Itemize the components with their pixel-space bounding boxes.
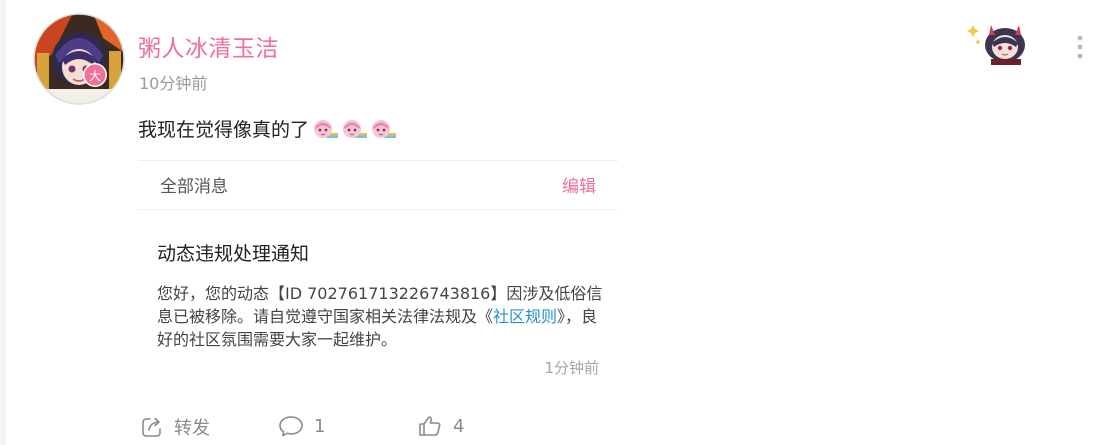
more-options-button[interactable] [1068,32,1092,64]
forward-icon [142,417,161,437]
embedded-screenshot[interactable]: 全部消息 编辑 动态违规处理通知 您好，您的动态【ID 702761713226… [138,160,618,390]
forward-button[interactable]: 转发 [140,414,210,440]
notice-title: 动态违规处理通知 [157,243,310,265]
divider [138,160,618,161]
pink-chibi-sticker-icon [312,116,339,142]
page-left-gutter [0,0,6,445]
chibi-character-icon [967,25,1025,65]
pink-chibi-sticker-icon [341,116,368,142]
notice-timestamp: 1分钟前 [544,359,599,377]
decoration-badge [967,15,1031,65]
thumbs-up-icon [419,416,441,436]
svg-text:大: 大 [89,69,101,83]
avatar-image: 大 [33,13,125,105]
community-rules-link[interactable]: 社区规则 [493,307,557,326]
edit-button[interactable]: 编辑 [562,172,596,197]
user-avatar[interactable]: 大 [33,13,125,105]
comment-button[interactable]: 1 [278,414,325,438]
comment-icon [279,416,303,437]
notice-body: 您好，您的动态【ID 702761713226743816】因涉及低俗信息已被移… [157,282,605,351]
like-button[interactable]: 4 [417,414,464,438]
pink-chibi-sticker-icon [370,116,397,142]
all-messages-label[interactable]: 全部消息 [160,172,228,197]
divider [138,209,618,210]
post-text: 我现在觉得像真的了 [138,119,310,141]
more-vertical-icon [1077,35,1083,59]
post-timestamp: 10分钟前 [139,74,208,93]
post-action-bar: 转发 1 4 [0,410,1120,445]
comment-count: 1 [314,415,326,437]
post-content: 我现在觉得像真的了 [138,115,397,142]
like-count: 4 [453,415,465,437]
post-username[interactable]: 粥人冰清玉洁 [138,29,279,63]
forward-label: 转发 [174,418,210,439]
